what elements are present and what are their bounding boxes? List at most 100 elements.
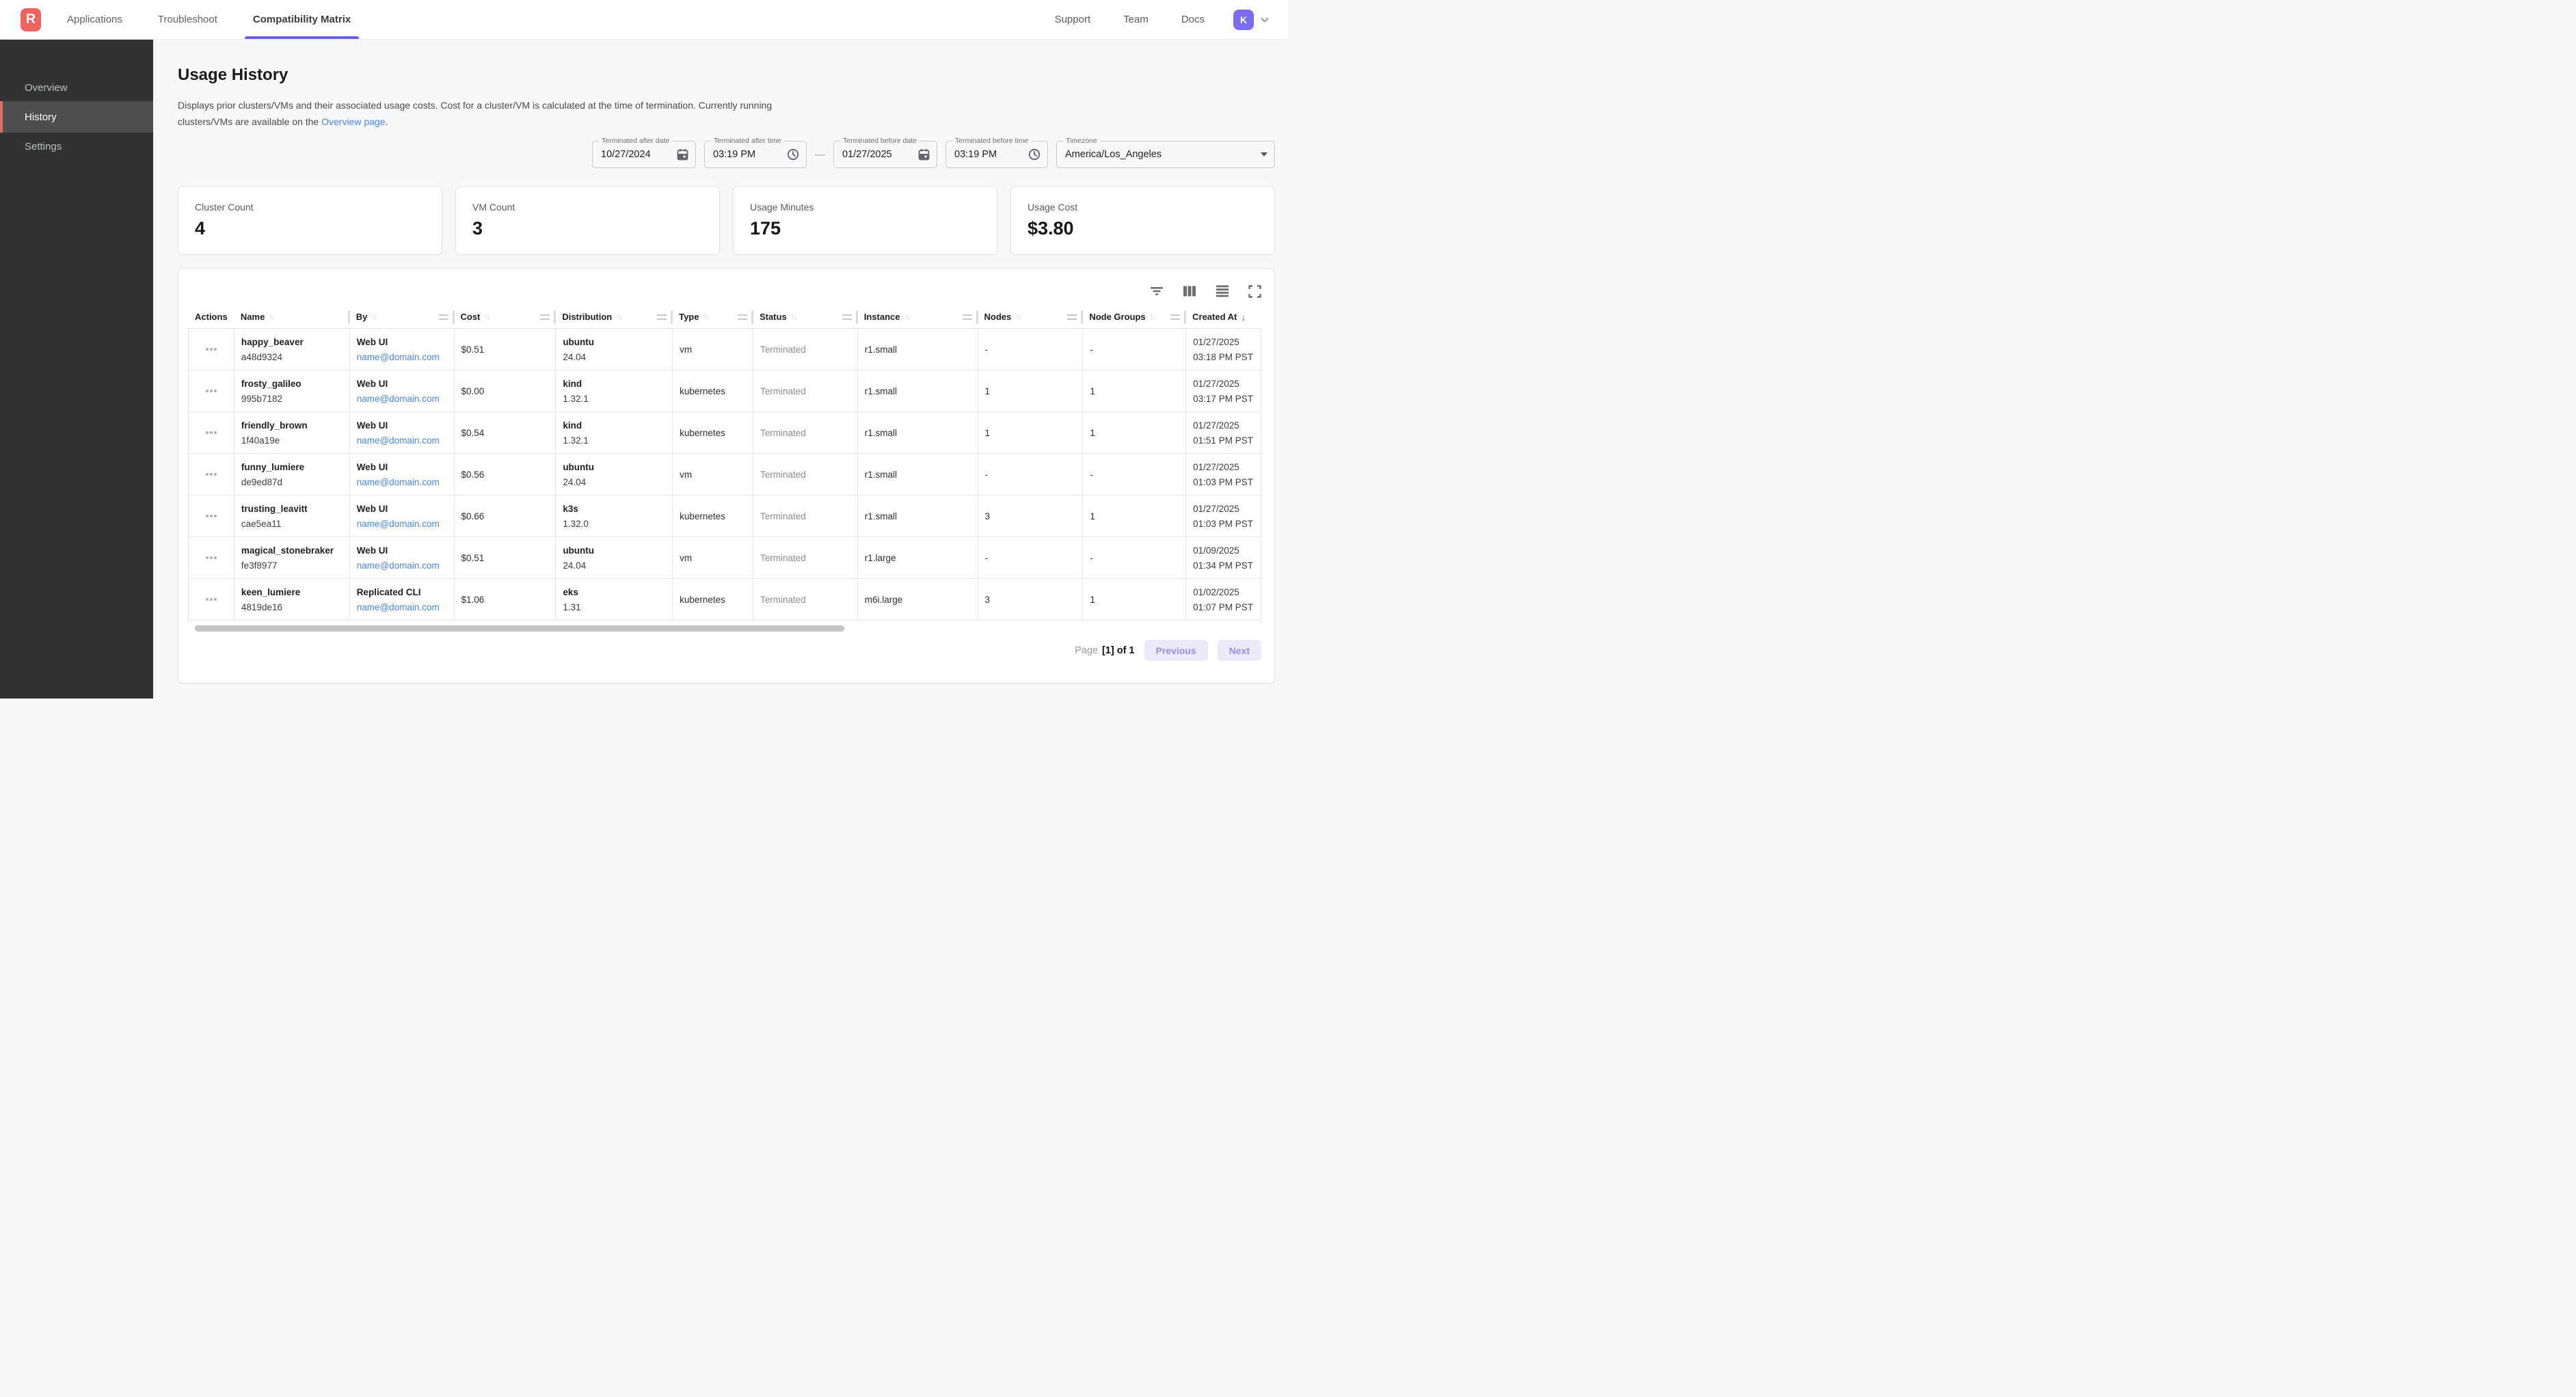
column-separator: [453, 310, 455, 324]
column-resize-handle[interactable]: [439, 314, 448, 320]
cell-node-groups: -: [1082, 454, 1185, 495]
column-header-instance[interactable]: Instance↑↓: [857, 306, 978, 328]
cell-node-groups: 1: [1082, 412, 1185, 453]
node-groups-text: -: [1090, 344, 1185, 355]
column-header-status[interactable]: Status↑↓: [753, 306, 857, 328]
email-text[interactable]: name@domain.com: [357, 394, 454, 404]
cell-node-groups: -: [1082, 537, 1185, 578]
sidebar-item-history[interactable]: History: [0, 101, 153, 133]
row-actions-menu-icon[interactable]: [188, 412, 234, 453]
terminated-after-date-value[interactable]: 10/27/2024: [601, 149, 651, 160]
column-header-name[interactable]: Name↑↓: [234, 306, 349, 328]
replicated-logo[interactable]: R: [21, 8, 41, 31]
select-caret-icon[interactable]: [1254, 152, 1267, 157]
column-resize-handle[interactable]: [842, 314, 852, 320]
column-resize-handle[interactable]: [1067, 314, 1077, 320]
nav-item-docs[interactable]: Docs: [1181, 14, 1205, 25]
stat-label: VM Count: [472, 202, 703, 213]
column-header-cost[interactable]: Cost↑↓: [454, 306, 556, 328]
terminated-after-time-value[interactable]: 03:19 PM: [713, 149, 755, 160]
filter-icon[interactable]: [1150, 284, 1164, 298]
row-actions-menu-icon[interactable]: [188, 370, 234, 411]
clock-icon[interactable]: [780, 148, 799, 161]
table-row-frosty_galileo: frosty_galileo995b7182Web UIname@domain.…: [188, 370, 1261, 412]
timezone-value[interactable]: America/Los_Angeles: [1065, 149, 1162, 160]
terminated-after-date-field[interactable]: Terminated after date 10/27/2024: [592, 141, 696, 168]
density-icon[interactable]: [1216, 284, 1229, 298]
column-header-node-groups[interactable]: Node Groups↑↓: [1082, 306, 1185, 328]
cell-node-groups: -: [1082, 329, 1185, 370]
column-resize-handle[interactable]: [540, 314, 550, 320]
nav-item-applications[interactable]: Applications: [67, 0, 122, 39]
table-row-friendly_brown: friendly_brown1f40a19eWeb UIname@domain.…: [188, 412, 1261, 454]
type-text: vm: [680, 470, 753, 480]
previous-page-button[interactable]: Previous: [1144, 640, 1208, 661]
email-text[interactable]: name@domain.com: [357, 352, 454, 362]
horizontal-scrollbar[interactable]: [195, 625, 844, 632]
column-header-distribution[interactable]: Distribution↑↓: [555, 306, 672, 328]
nav-item-compatibility-matrix[interactable]: Compatibility Matrix: [253, 0, 351, 39]
sort-icon[interactable]: ↑↓: [703, 313, 708, 321]
sort-icon[interactable]: ↑↓: [371, 313, 376, 321]
email-text[interactable]: name@domain.com: [357, 519, 454, 529]
row-actions-menu-icon[interactable]: [188, 496, 234, 537]
nav-item-team[interactable]: Team: [1123, 14, 1149, 25]
sidebar-item-overview[interactable]: Overview: [0, 74, 153, 101]
nav-item-support[interactable]: Support: [1055, 14, 1091, 25]
account-menu[interactable]: K: [1233, 10, 1270, 30]
email-text[interactable]: name@domain.com: [357, 435, 454, 446]
instance-text: r1.small: [865, 511, 978, 521]
column-header-by[interactable]: By↑↓: [349, 306, 454, 328]
created-time-text: 01:03 PM PST: [1193, 477, 1261, 487]
terminated-before-date-value[interactable]: 01/27/2025: [842, 149, 892, 160]
terminated-before-date-field[interactable]: Terminated before date 01/27/2025: [833, 141, 937, 168]
pagination: Page [1] of 1 Previous Next: [188, 640, 1261, 661]
column-header-created-at[interactable]: Created At↓: [1185, 306, 1261, 328]
instance-text: r1.small: [865, 344, 978, 355]
terminated-before-time-field[interactable]: Terminated before time 03:19 PM: [945, 141, 1048, 168]
email-text[interactable]: name@domain.com: [357, 602, 454, 612]
row-actions-menu-icon[interactable]: [188, 329, 234, 370]
fullscreen-icon[interactable]: [1248, 285, 1261, 298]
column-header-type[interactable]: Type↑↓: [672, 306, 753, 328]
column-resize-handle[interactable]: [963, 314, 972, 320]
chevron-down-icon[interactable]: [1259, 14, 1270, 25]
sidebar-item-settings[interactable]: Settings: [0, 133, 153, 160]
sort-desc-icon[interactable]: ↓: [1241, 312, 1246, 323]
id-text: 995b7182: [241, 394, 349, 404]
column-header-nodes[interactable]: Nodes↑↓: [978, 306, 1083, 328]
next-page-button[interactable]: Next: [1218, 640, 1261, 661]
calendar-icon[interactable]: [911, 148, 930, 161]
distribution-text: k3s: [563, 504, 672, 514]
row-actions-menu-icon[interactable]: [188, 537, 234, 578]
timezone-select[interactable]: Timezone America/Los_Angeles: [1056, 141, 1275, 168]
terminated-after-time-field[interactable]: Terminated after time 03:19 PM: [704, 141, 807, 168]
email-text[interactable]: name@domain.com: [357, 477, 454, 487]
column-separator: [554, 310, 556, 324]
clock-icon[interactable]: [1021, 148, 1041, 161]
sort-icon[interactable]: ↑↓: [269, 313, 273, 321]
columns-icon[interactable]: [1183, 284, 1196, 298]
column-resize-handle[interactable]: [657, 314, 667, 320]
created-date-text: 01/27/2025: [1193, 420, 1261, 431]
sort-icon[interactable]: ↑↓: [1150, 313, 1155, 321]
sort-icon[interactable]: ↑↓: [1015, 313, 1020, 321]
cell-distribution: eks1.31: [555, 579, 672, 620]
overview-page-link[interactable]: Overview page: [321, 116, 385, 127]
sort-icon[interactable]: ↑↓: [484, 313, 489, 321]
calendar-icon[interactable]: [670, 148, 688, 161]
sort-icon[interactable]: ↑↓: [904, 313, 909, 321]
avatar[interactable]: K: [1233, 10, 1254, 30]
sort-icon[interactable]: ↑↓: [791, 313, 796, 321]
column-resize-handle[interactable]: [1170, 314, 1180, 320]
sort-icon[interactable]: ↑↓: [616, 313, 621, 321]
email-text[interactable]: name@domain.com: [357, 560, 454, 571]
row-actions-menu-icon[interactable]: [188, 454, 234, 495]
status-text: Terminated: [760, 511, 857, 521]
terminated-before-time-value[interactable]: 03:19 PM: [954, 149, 997, 160]
primary-nav: Applications Troubleshoot Compatibility …: [67, 0, 351, 39]
nav-item-troubleshoot[interactable]: Troubleshoot: [158, 0, 217, 39]
status-text: Terminated: [760, 386, 857, 396]
row-actions-menu-icon[interactable]: [188, 579, 234, 620]
column-resize-handle[interactable]: [738, 314, 747, 320]
